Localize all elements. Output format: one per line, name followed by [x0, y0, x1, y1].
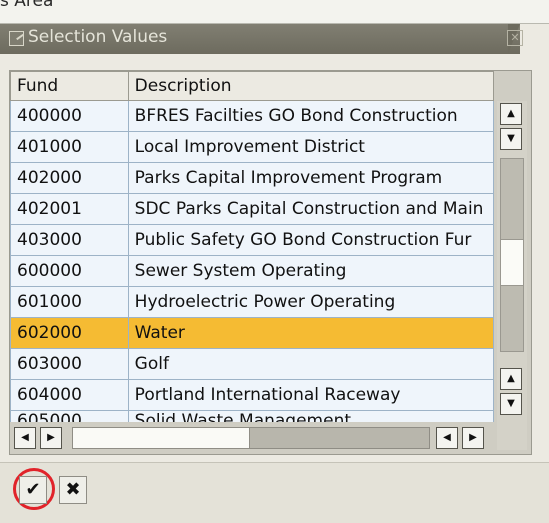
description-cell[interactable]: Portland International Raceway [127, 379, 495, 411]
values-grid: Fund Description 400000 BFRES Facilties … [9, 70, 532, 455]
fund-cell[interactable]: 600000 [10, 255, 129, 287]
table-row[interactable]: 401000 Local Improvement District [10, 131, 495, 163]
vertical-scroll-track[interactable] [500, 285, 524, 352]
description-cell[interactable]: Public Safety GO Bond Construction Fur [127, 224, 495, 256]
fund-cell[interactable]: 602000 [10, 317, 129, 349]
description-cell[interactable]: Hydroelectric Power Operating [127, 286, 495, 318]
table-row[interactable]: 600000 Sewer System Operating [10, 255, 495, 287]
table-header-row: Fund Description [10, 71, 495, 101]
table-row[interactable]: 603000 Golf [10, 348, 495, 380]
description-cell[interactable]: Water [127, 317, 495, 349]
horizontal-scroll-thumb[interactable] [73, 428, 250, 448]
description-cell[interactable]: Local Improvement District [127, 131, 495, 163]
fund-cell[interactable]: 603000 [10, 348, 129, 380]
table-row-selected[interactable]: 602000 Water [10, 317, 495, 349]
background-area-label: s Area [0, 0, 54, 11]
scroll-right-icon[interactable]: ▶ [462, 427, 484, 449]
column-header-fund[interactable]: Fund [10, 71, 129, 101]
scroll-down-icon[interactable]: ▼ [500, 393, 522, 415]
vertical-scroll-track[interactable] [500, 158, 524, 240]
vertical-scrollbar[interactable]: ▲ ▼ ▲ ▼ [497, 101, 527, 450]
table-row[interactable]: 403000 Public Safety GO Bond Constructio… [10, 224, 495, 256]
dialog-footer: ✔ ✖ [0, 462, 549, 523]
column-header-description[interactable]: Description [127, 71, 495, 101]
close-icon[interactable]: ✕ [507, 30, 523, 46]
scroll-right-icon[interactable]: ▶ [40, 427, 62, 449]
dialog-title: Selection Values [28, 27, 168, 47]
scroll-up-icon[interactable]: ▲ [500, 103, 522, 125]
description-cell[interactable]: Golf [127, 348, 495, 380]
fund-cell[interactable]: 400000 [10, 100, 129, 132]
fund-cell[interactable]: 601000 [10, 286, 129, 318]
fund-cell[interactable]: 402001 [10, 193, 129, 225]
values-table: Fund Description 400000 BFRES Facilties … [10, 71, 495, 442]
dialog-titlebar: Selection Values [0, 24, 520, 54]
horizontal-scrollbar[interactable]: ◀ ▶ ◀ ▶ [10, 422, 494, 452]
fund-cell[interactable]: 402000 [10, 162, 129, 194]
table-row[interactable]: 604000 Portland International Raceway [10, 379, 495, 411]
horizontal-scroll-track[interactable] [72, 427, 430, 449]
cancel-icon[interactable]: ✖ [59, 476, 87, 504]
scroll-up-icon[interactable]: ▲ [500, 368, 522, 390]
scroll-left-icon[interactable]: ◀ [436, 427, 458, 449]
scroll-left-icon[interactable]: ◀ [14, 427, 36, 449]
fund-cell[interactable]: 604000 [10, 379, 129, 411]
scroll-down-icon[interactable]: ▼ [500, 128, 522, 150]
description-cell[interactable]: Sewer System Operating [127, 255, 495, 287]
confirm-checkmark-icon[interactable]: ✔ [19, 476, 47, 504]
table-row[interactable]: 400000 BFRES Facilties GO Bond Construct… [10, 100, 495, 132]
fund-cell[interactable]: 403000 [10, 224, 129, 256]
table-row[interactable]: 402000 Parks Capital Improvement Program [10, 162, 495, 194]
window-icon [9, 31, 24, 46]
description-cell[interactable]: Parks Capital Improvement Program [127, 162, 495, 194]
titlebar-corner [508, 24, 549, 54]
vertical-scroll-thumb[interactable] [500, 239, 524, 286]
selection-values-dialog: Selection Values ✕ Fund Description 4000… [0, 23, 549, 523]
description-cell[interactable]: BFRES Facilties GO Bond Construction [127, 100, 495, 132]
table-row[interactable]: 402001 SDC Parks Capital Construction an… [10, 193, 495, 225]
description-cell[interactable]: SDC Parks Capital Construction and Main [127, 193, 495, 225]
table-row[interactable]: 601000 Hydroelectric Power Operating [10, 286, 495, 318]
fund-cell[interactable]: 401000 [10, 131, 129, 163]
